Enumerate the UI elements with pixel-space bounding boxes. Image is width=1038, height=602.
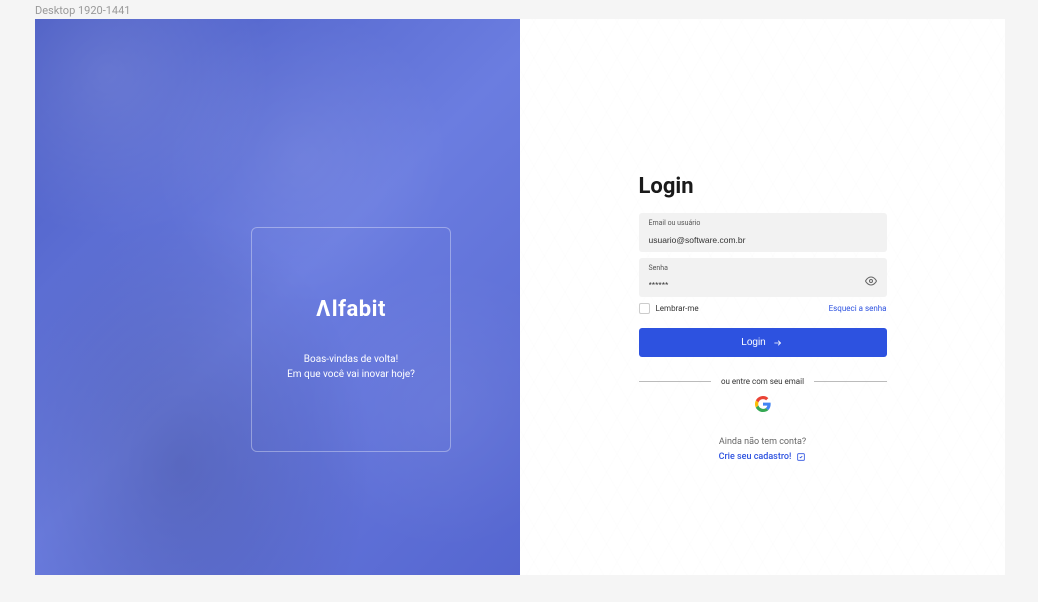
forgot-password-link[interactable]: Esqueci a senha	[829, 304, 887, 313]
password-label: Senha	[649, 264, 877, 272]
email-field-wrapper[interactable]: Email ou usuário	[639, 213, 887, 252]
email-label: Email ou usuário	[649, 219, 877, 227]
login-button-label: Login	[741, 337, 765, 348]
divider: ou entre com seu email	[639, 377, 887, 386]
page-title: Login	[639, 174, 887, 199]
toggle-password-icon[interactable]	[865, 272, 877, 284]
welcome-line-2: Em que você vai inovar hoje?	[287, 367, 415, 382]
no-account-text: Ainda não tem conta?	[639, 437, 887, 447]
signup-link[interactable]: Crie seu cadastro!	[719, 452, 792, 462]
login-panel: Login Email ou usuário Senha Lem	[520, 19, 1005, 575]
brand-name-text: lfabit	[332, 297, 386, 322]
brand-logo: Λlfabit	[316, 297, 386, 322]
google-icon	[755, 396, 771, 412]
welcome-line-1: Boas-vindas de volta!	[287, 352, 415, 367]
signup-row: Crie seu cadastro!	[639, 452, 887, 462]
external-link-icon	[796, 452, 806, 462]
login-button[interactable]: Login	[639, 328, 887, 357]
logo-mark-icon: Λ	[316, 297, 331, 322]
remember-row: Lembrar-me Esqueci a senha	[639, 303, 887, 314]
divider-text: ou entre com seu email	[721, 377, 804, 386]
google-login-button[interactable]	[639, 396, 887, 412]
remember-checkbox[interactable]	[639, 303, 650, 314]
welcome-message: Boas-vindas de volta! Em que você vai in…	[287, 352, 415, 382]
brand-overlay: Λlfabit Boas-vindas de volta! Em que voc…	[251, 227, 451, 452]
divider-line-right	[814, 381, 886, 382]
login-form: Login Email ou usuário Senha Lem	[639, 174, 887, 462]
app-container: Λlfabit Boas-vindas de volta! Em que voc…	[35, 19, 1005, 575]
remember-label: Lembrar-me	[656, 304, 699, 313]
password-field-wrapper[interactable]: Senha	[639, 258, 887, 297]
remember-group: Lembrar-me	[639, 303, 699, 314]
divider-line-left	[639, 381, 711, 382]
frame-label: Desktop 1920-1441	[0, 0, 1038, 19]
hero-panel: Λlfabit Boas-vindas de volta! Em que voc…	[35, 19, 520, 575]
password-input[interactable]	[649, 280, 877, 290]
email-input[interactable]	[649, 235, 877, 245]
arrow-right-icon	[772, 338, 784, 348]
